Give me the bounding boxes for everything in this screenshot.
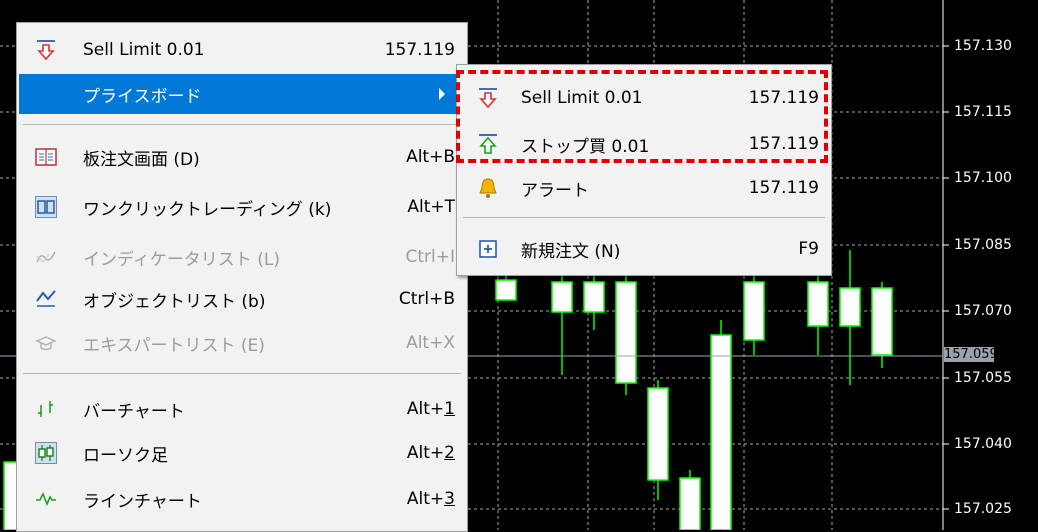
object-list-icon xyxy=(35,288,57,310)
bar-chart-icon xyxy=(35,398,57,420)
expert-icon xyxy=(35,332,57,354)
price-axis-label: 157.130 xyxy=(954,38,1012,54)
menu-item-label: インディケータリスト (L) xyxy=(83,249,280,270)
menu-item-one-click-trading[interactable]: ワンクリックトレーディング (k) Alt+T xyxy=(19,187,465,227)
submenu-item-label: ストップ買 0.01 xyxy=(521,136,650,157)
candle-body xyxy=(743,281,765,341)
menu-item-price-board[interactable]: プライスボード xyxy=(19,74,465,114)
menu-item-value: 157.119 xyxy=(384,40,455,60)
price-axis-label: 157.115 xyxy=(954,104,1012,120)
menu-separator xyxy=(23,373,461,374)
candle-body xyxy=(710,334,732,530)
price-axis-label: 157.025 xyxy=(954,501,1012,517)
order-book-icon xyxy=(35,146,57,168)
menu-item-shortcut: Ctrl+I xyxy=(405,247,455,267)
menu-item-shortcut: Alt+B xyxy=(406,147,455,167)
one-click-icon xyxy=(35,196,57,218)
sell-arrow-icon xyxy=(35,39,57,61)
menu-item-sell-limit[interactable]: Sell Limit 0.01 157.119 xyxy=(19,30,465,70)
submenu-item-buy-stop[interactable]: ストップ買 0.01 157.119 xyxy=(459,124,829,164)
menu-item-shortcut: Alt+3 xyxy=(406,489,455,509)
menu-item-bar-chart[interactable]: バーチャート Alt+1 xyxy=(19,389,465,429)
menu-item-label: ローソク足 xyxy=(83,445,168,466)
shortcut-digit: 1 xyxy=(444,399,455,419)
candle-body xyxy=(839,287,861,327)
candle-body xyxy=(615,281,637,384)
submenu-item-value: 157.119 xyxy=(748,178,819,198)
candle-body xyxy=(647,387,669,481)
candlestick-icon xyxy=(35,442,57,464)
candle-body xyxy=(807,281,829,327)
bell-icon xyxy=(477,177,499,199)
menu-item-expert-list[interactable]: エキスパートリスト (E) Alt+X xyxy=(19,323,465,363)
submenu-item-alert[interactable]: アラート 157.119 xyxy=(459,168,829,208)
price-board-submenu: Sell Limit 0.01 157.119 ストップ買 0.01 157.1… xyxy=(456,64,832,276)
submenu-item-label: アラート xyxy=(521,180,589,201)
submenu-item-label: 新規注文 (N) xyxy=(521,241,621,262)
submenu-item-sell-limit[interactable]: Sell Limit 0.01 157.119 xyxy=(459,78,829,118)
price-axis-label: 157.085 xyxy=(954,237,1012,253)
submenu-item-value: 157.119 xyxy=(748,134,819,154)
menu-item-candlestick[interactable]: ローソク足 Alt+2 xyxy=(19,433,465,473)
menu-item-label: オブジェクトリスト (b) xyxy=(83,291,266,312)
menu-item-label: 板注文画面 (D) xyxy=(83,149,200,170)
submenu-item-value: 157.119 xyxy=(748,88,819,108)
menu-separator xyxy=(23,124,461,125)
price-axis-label: 157.055 xyxy=(954,370,1012,386)
menu-item-object-list[interactable]: オブジェクトリスト (b) Ctrl+B xyxy=(19,279,465,319)
shortcut-digit: 3 xyxy=(444,489,455,509)
buy-arrow-icon xyxy=(477,133,499,155)
submenu-item-label: Sell Limit 0.01 xyxy=(521,88,643,108)
menu-item-shortcut: Alt+X xyxy=(406,333,455,353)
candle-body xyxy=(871,287,893,356)
menu-item-shortcut: Alt+1 xyxy=(406,399,455,419)
candle-body xyxy=(551,281,573,313)
line-chart-icon xyxy=(35,488,57,510)
submenu-item-value: F9 xyxy=(798,239,819,259)
menu-item-shortcut: Alt+2 xyxy=(406,443,455,463)
menu-separator xyxy=(463,217,825,218)
menu-item-line-chart[interactable]: ラインチャート Alt+3 xyxy=(19,479,465,519)
candle-body xyxy=(495,279,517,301)
menu-item-label: Sell Limit 0.01 xyxy=(83,40,205,60)
current-price-badge: 157.059 xyxy=(944,347,998,362)
candle-body xyxy=(679,477,701,530)
menu-item-shortcut: Alt+T xyxy=(407,197,455,217)
chart-context-menu: Sell Limit 0.01 157.119 プライスボード 板注文画面 (D… xyxy=(16,22,468,532)
sell-arrow-icon xyxy=(477,87,499,109)
menu-item-label: ワンクリックトレーディング (k) xyxy=(83,199,332,220)
price-axis-label: 157.070 xyxy=(954,303,1012,319)
submenu-item-new-order[interactable]: 新規注文 (N) F9 xyxy=(459,229,829,269)
indicator-icon xyxy=(35,246,57,268)
shortcut-digit: 2 xyxy=(444,443,455,463)
menu-item-label: バーチャート xyxy=(83,401,185,422)
price-axis-label: 157.100 xyxy=(954,170,1012,186)
menu-item-label: プライスボード xyxy=(83,86,202,107)
menu-item-label: エキスパートリスト (E) xyxy=(83,335,265,356)
menu-item-shortcut: Ctrl+B xyxy=(398,289,455,309)
menu-item-label: ラインチャート xyxy=(83,491,202,512)
new-order-icon xyxy=(477,238,499,260)
menu-item-indicator-list[interactable]: インディケータリスト (L) Ctrl+I xyxy=(19,237,465,277)
submenu-arrow-icon xyxy=(439,88,445,100)
price-axis-label: 157.040 xyxy=(954,436,1012,452)
candle-body xyxy=(583,281,605,313)
menu-item-order-book[interactable]: 板注文画面 (D) Alt+B xyxy=(19,137,465,177)
